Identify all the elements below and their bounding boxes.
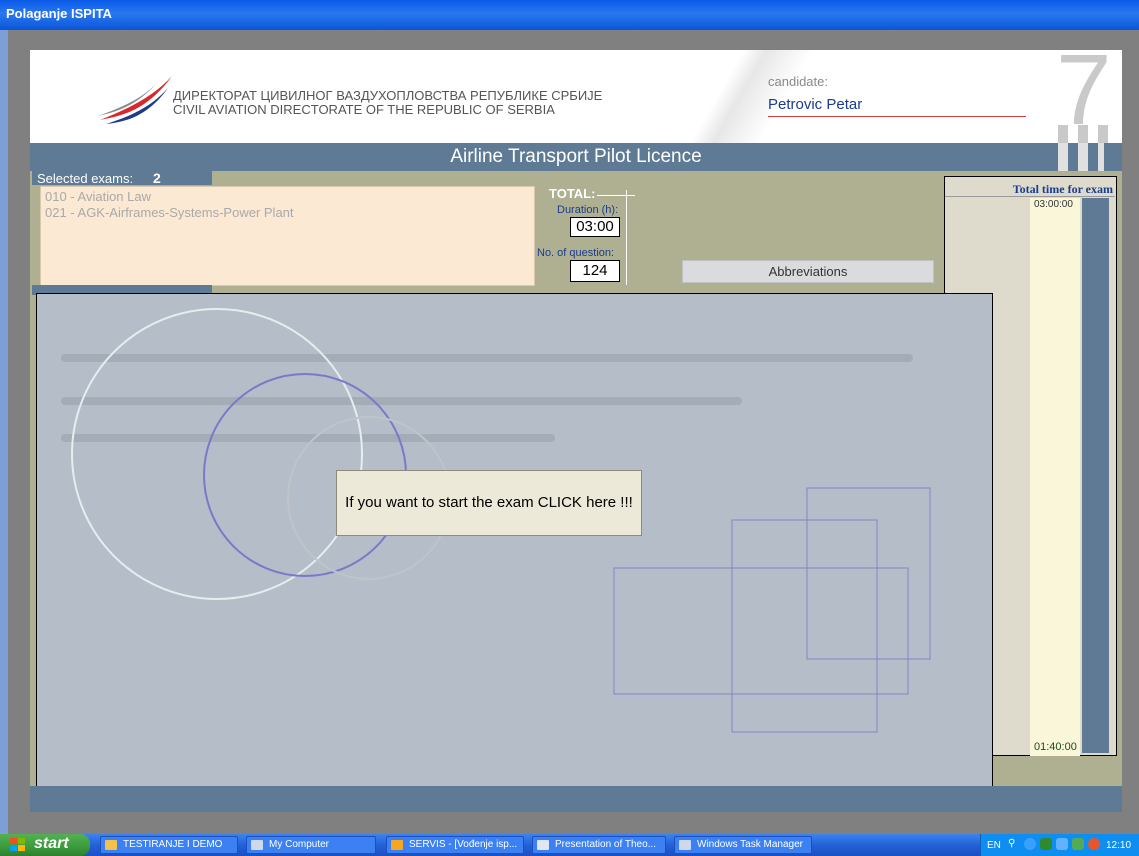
timer-end-value: 01:40:00 [1034, 741, 1077, 753]
duration-label: Duration (h): [557, 204, 619, 216]
clock: 12:10 [1106, 840, 1132, 851]
candidate-underline [768, 116, 1026, 117]
exam-start-canvas [36, 293, 993, 806]
window-titlebar[interactable]: Polaganje ISPITA [0, 0, 1139, 30]
licence-title: Airline Transport Pilot Licence [450, 146, 702, 167]
taskbar-item-servis[interactable]: SERVIS - [Vođenje isp... [386, 836, 524, 854]
taskbar-item-presentation[interactable]: Presentation of Theo... [532, 836, 666, 854]
timer-progress-bar [1082, 198, 1109, 753]
list-item[interactable]: 021 - AGK-Airframes-Systems-Power Plant [45, 205, 294, 220]
taskbar-item-task-manager[interactable]: Windows Task Manager [674, 836, 812, 854]
timer-title-divider [945, 196, 1115, 197]
canvas-decoration [61, 308, 931, 733]
update-icon[interactable] [1088, 838, 1100, 850]
taskbar-item-label: My Computer [269, 839, 330, 850]
app-icon [391, 840, 403, 850]
sync-icon[interactable] [1072, 838, 1084, 850]
security-icon[interactable] [1040, 838, 1052, 850]
selected-exams-count: 2 [153, 170, 161, 186]
start-exam-button[interactable]: If you want to start the exam CLICK here… [336, 470, 642, 536]
folder-icon [105, 840, 117, 850]
candidate-label: candidate: [768, 74, 828, 89]
task-manager-icon [679, 840, 691, 850]
selected-exams-list[interactable]: 010 - Aviation Law 021 - AGK-Airframes-S… [40, 186, 535, 286]
org-name-serbian: ДИРЕКТОРАТ ЦИВИЛНОГ ВАЗДУХОПЛОВСТВА РЕПУ… [173, 88, 603, 103]
list-item[interactable]: 010 - Aviation Law [45, 189, 151, 204]
start-button-label: start [34, 835, 69, 852]
directorate-logo-icon [98, 76, 172, 124]
network-icon[interactable]: ⚲ [1008, 838, 1020, 850]
total-vertical-divider [626, 190, 627, 285]
taskbar-item-label: Windows Task Manager [697, 839, 803, 850]
taskbar-item-label: SERVIS - [Vođenje isp... [409, 839, 518, 850]
taskbar-item-label: Presentation of Theo... [555, 839, 656, 850]
footer-bar [30, 786, 1122, 812]
abbreviations-button[interactable]: Abbreviations [682, 260, 934, 283]
taskbar-item-my-computer[interactable]: My Computer [246, 836, 376, 854]
desktop-edge [0, 30, 8, 834]
header-stripes-decoration [1058, 125, 1108, 143]
language-indicator[interactable]: EN [987, 840, 1001, 851]
duration-value: 03:00 [570, 217, 620, 237]
total-divider [597, 195, 635, 196]
taskbar-item-label: TESTIRANJE I DEMO [123, 839, 223, 850]
bluetooth-icon[interactable] [1024, 838, 1036, 850]
computer-icon [251, 840, 263, 850]
candidate-name: Petrovic Petar [768, 96, 863, 113]
presentation-icon [537, 840, 549, 850]
directorate-header: ДИРЕКТОРАТ ЦИВИЛНОГ ВАЗДУХОПЛОВСТВА РЕПУ… [30, 50, 1122, 143]
timer-track [1030, 198, 1080, 756]
total-label: TOTAL: [549, 186, 596, 201]
timer-title: Total time for exam [1012, 182, 1113, 196]
window-title: Polaganje ISPITA [6, 6, 112, 21]
questions-value: 124 [570, 260, 620, 282]
windows-flag-icon [10, 838, 25, 851]
start-exam-button-label: If you want to start the exam CLICK here… [345, 494, 633, 512]
volume-icon[interactable] [1056, 838, 1068, 850]
taskbar-item-testiranje[interactable]: TESTIRANJE I DEMO [100, 836, 238, 854]
timer-start-value: 03:00:00 [1034, 199, 1073, 210]
selected-exams-label: Selected exams: [37, 171, 134, 186]
questions-label: No. of question: [537, 247, 615, 259]
licence-bar-stripes-decoration [1058, 143, 1104, 171]
org-name-english: CIVIL AVIATION DIRECTORATE OF THE REPUBL… [173, 102, 555, 117]
licence-bar: Airline Transport Pilot Licence [30, 143, 1122, 171]
